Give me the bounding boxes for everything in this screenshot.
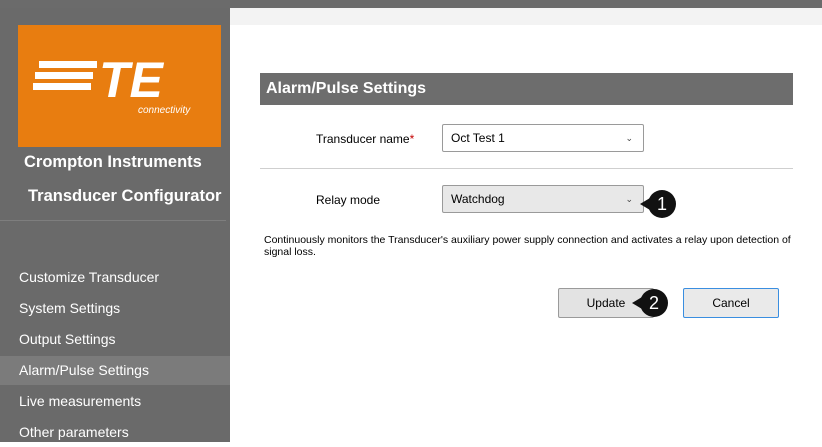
logo-mark-text: TE (99, 52, 165, 108)
brand-company: Crompton Instruments (24, 153, 202, 171)
sidebar-divider (0, 220, 226, 221)
relay-mode-select[interactable]: Watchdog ⌄ (442, 185, 644, 213)
sidebar-item-alarm-pulse-settings[interactable]: Alarm/Pulse Settings (0, 356, 230, 385)
callout-1-badge: 1 (648, 190, 676, 218)
sidebar-item-other-parameters[interactable]: Other parameters (0, 418, 230, 447)
relay-mode-value: Watchdog (451, 192, 505, 206)
callout-2-badge: 2 (640, 289, 668, 317)
chevron-down-icon: ⌄ (625, 133, 633, 143)
cancel-button[interactable]: Cancel (683, 288, 779, 318)
required-marker: * (409, 132, 415, 146)
sidebar-item-customize-transducer[interactable]: Customize Transducer (0, 263, 230, 292)
chevron-down-icon: ⌄ (625, 194, 633, 204)
sidebar: TE connectivity Crompton Instruments Tra… (0, 8, 230, 442)
logo-subtitle: connectivity (138, 105, 191, 116)
transducer-name-label-text: Transducer name (316, 132, 410, 146)
relay-mode-label: Relay mode (316, 193, 381, 207)
sidebar-item-live-measurements[interactable]: Live measurements (0, 387, 230, 416)
te-logo-mark: TE (33, 52, 165, 108)
section-divider (260, 168, 793, 169)
transducer-name-label: Transducer name* (316, 132, 414, 146)
transducer-name-value: Oct Test 1 (451, 131, 505, 145)
transducer-name-select[interactable]: Oct Test 1 ⌄ (442, 124, 644, 152)
sidebar-item-system-settings[interactable]: System Settings (0, 294, 230, 323)
top-strip (230, 8, 822, 25)
te-logo: TE connectivity (18, 25, 221, 147)
top-bar (0, 0, 822, 8)
brand-app-name: Transducer Configurator (28, 187, 222, 205)
page-title: Alarm/Pulse Settings (260, 73, 793, 105)
relay-mode-description: Continuously monitors the Transducer's a… (264, 234, 791, 258)
main-panel: Alarm/Pulse Settings Transducer name* Oc… (230, 8, 822, 442)
sidebar-item-output-settings[interactable]: Output Settings (0, 325, 230, 354)
